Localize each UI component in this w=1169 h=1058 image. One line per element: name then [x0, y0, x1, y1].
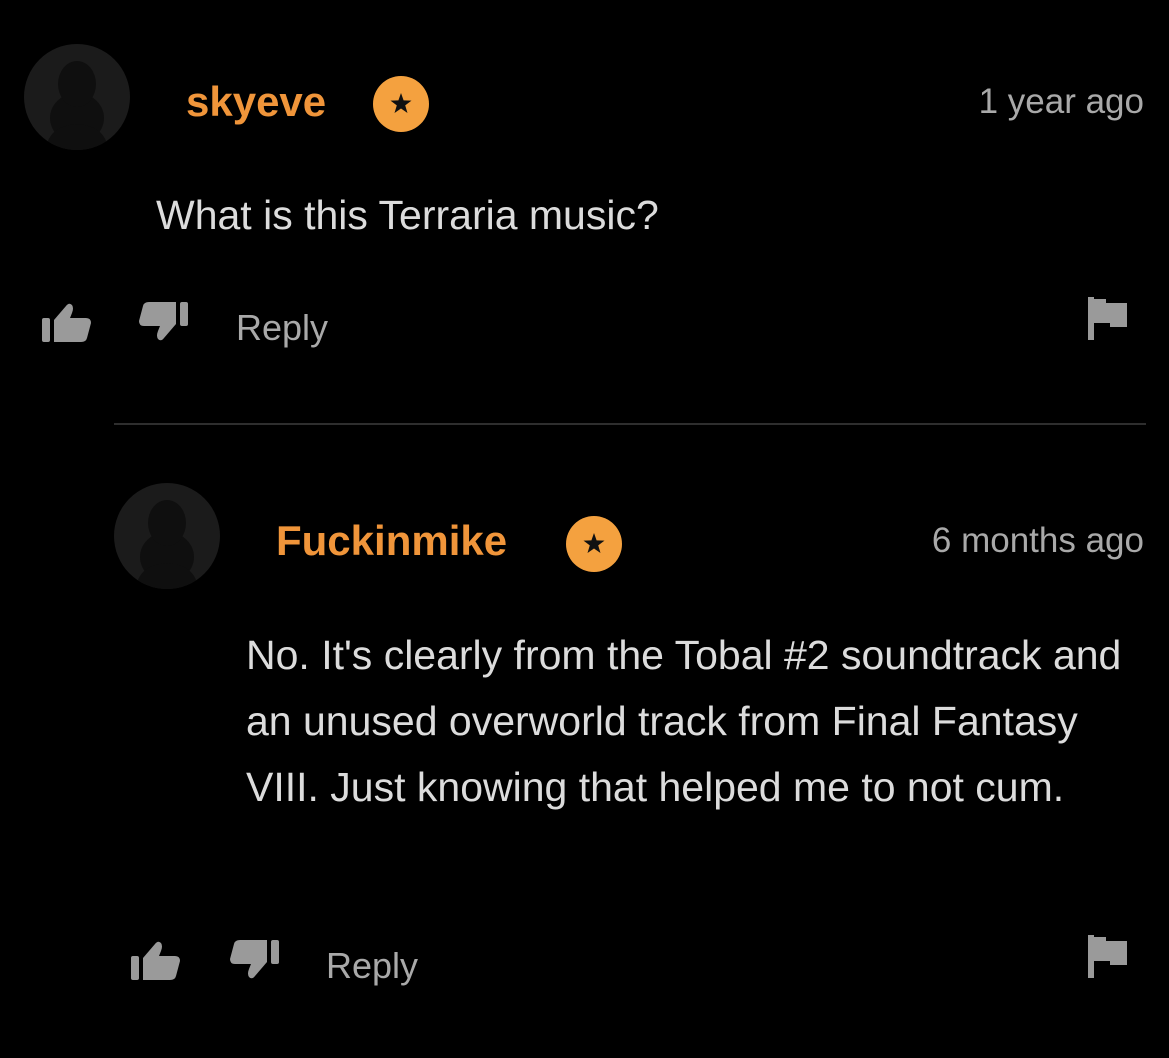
timestamp: 1 year ago	[978, 82, 1144, 121]
thumbs-down-icon[interactable]	[137, 300, 189, 344]
star-badge-icon	[373, 76, 429, 132]
reply-button[interactable]: Reply	[326, 948, 418, 984]
timestamp: 6 months ago	[931, 521, 1144, 560]
thumbs-down-icon[interactable]	[228, 938, 280, 982]
avatar-icon[interactable]	[24, 44, 130, 150]
username[interactable]: Fuckinmike	[276, 520, 507, 562]
username[interactable]: skyeve	[186, 81, 326, 123]
comment-divider	[114, 423, 1146, 425]
flag-icon[interactable]	[1088, 935, 1128, 979]
comment-text: What is this Terraria music?	[156, 192, 659, 238]
thumbs-up-icon[interactable]	[130, 938, 182, 982]
comment-text: No. It's clearly from the Tobal #2 sound…	[246, 632, 1122, 810]
star-badge-icon	[566, 516, 622, 572]
thumbs-up-icon[interactable]	[41, 300, 93, 344]
flag-icon[interactable]	[1088, 297, 1128, 341]
reply-button[interactable]: Reply	[236, 310, 328, 346]
avatar-icon[interactable]	[114, 483, 220, 589]
